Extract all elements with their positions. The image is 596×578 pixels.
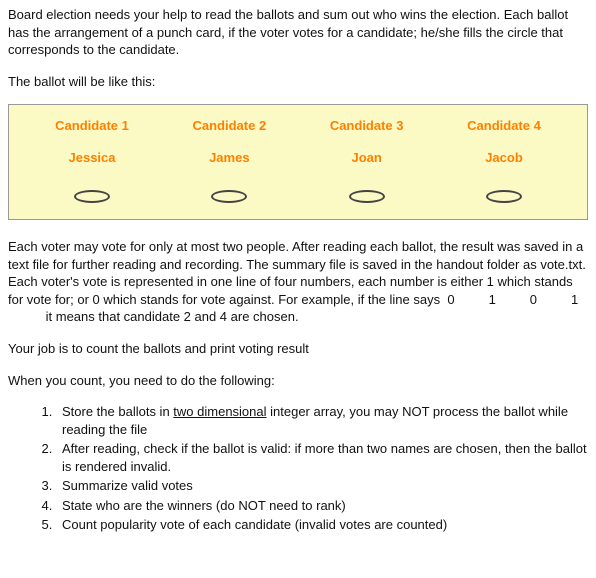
example-num: 0 [530,292,537,307]
example-num: 1 [571,292,578,307]
steps-list: Store the ballots in two dimensional int… [8,403,588,534]
candidate-name: Jessica [37,149,147,167]
candidate-name: Jacob [449,149,559,167]
step1-pre: Store the ballots in [62,404,173,419]
candidate-column: Candidate 4 Jacob [449,117,559,203]
ballot-oval-icon [211,190,247,203]
list-item: State who are the winners (do NOT need t… [56,497,588,515]
intro-paragraph: Board election needs your help to read t… [8,6,588,59]
list-item: Store the ballots in two dimensional int… [56,403,588,438]
list-item: Count popularity vote of each candidate … [56,516,588,534]
example-num: 1 [489,292,496,307]
candidate-name: Joan [312,149,422,167]
candidate-name: James [174,149,284,167]
explain-pre: Each voter may vote for only at most two… [8,239,586,307]
ballot-oval-icon [74,190,110,203]
job-paragraph: Your job is to count the ballots and pri… [8,340,588,358]
ballot-diagram: Candidate 1 Jessica Candidate 2 James Ca… [8,104,588,220]
explain-post: it means that candidate 2 and 4 are chos… [46,309,299,324]
explanation-paragraph: Each voter may vote for only at most two… [8,238,588,326]
step1-underline: two dimensional [173,404,266,419]
ballot-row: Candidate 1 Jessica Candidate 2 James Ca… [19,117,577,203]
ballot-oval-icon [349,190,385,203]
candidate-column: Candidate 1 Jessica [37,117,147,203]
candidate-column: Candidate 2 James [174,117,284,203]
candidate-column: Candidate 3 Joan [312,117,422,203]
count-lead: When you count, you need to do the follo… [8,372,588,390]
candidate-title: Candidate 3 [312,117,422,135]
list-item: Summarize valid votes [56,477,588,495]
ballot-oval-icon [486,190,522,203]
candidate-title: Candidate 4 [449,117,559,135]
candidate-title: Candidate 2 [174,117,284,135]
ballot-lead: The ballot will be like this: [8,73,588,91]
example-num: 0 [447,292,454,307]
list-item: After reading, check if the ballot is va… [56,440,588,475]
candidate-title: Candidate 1 [37,117,147,135]
